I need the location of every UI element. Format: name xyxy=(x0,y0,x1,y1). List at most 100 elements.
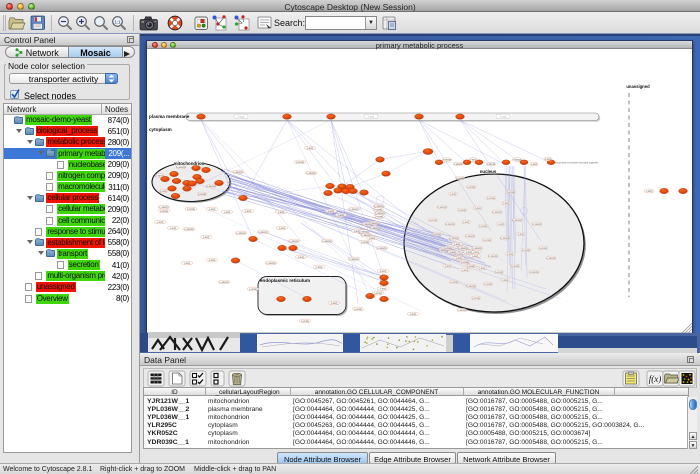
svg-text:(~xxx): (~xxx) xyxy=(380,287,387,290)
svg-text:(~xxx): (~xxx) xyxy=(479,267,486,270)
svg-text:(~xxxx): (~xxxx) xyxy=(249,288,257,291)
svg-text:(~xxx): (~xxx) xyxy=(224,211,231,214)
svg-text:(~xxxx): (~xxxx) xyxy=(484,283,492,286)
svg-text:(~xxxxx): (~xxxxx) xyxy=(454,163,463,166)
svg-text:unassigned: unassigned xyxy=(626,84,650,89)
svg-text:(~xxxx): (~xxxx) xyxy=(479,225,487,228)
svg-text:(~xxxx): (~xxxx) xyxy=(374,292,382,295)
svg-text:(~xxx): (~xxx) xyxy=(457,253,464,256)
svg-text:(~xxxx): (~xxxx) xyxy=(467,186,475,189)
svg-text:(~xxxxx): (~xxxxx) xyxy=(467,285,476,288)
svg-text:(~xxxx): (~xxxx) xyxy=(487,197,495,200)
svg-text:(~xxxx): (~xxxx) xyxy=(198,193,206,196)
svg-text:(~xxx): (~xxx) xyxy=(456,257,463,260)
svg-text:(~xxx): (~xxx) xyxy=(298,256,305,259)
svg-text:(~xxx): (~xxx) xyxy=(410,313,417,316)
svg-text:(~xxxx): (~xxxx) xyxy=(483,239,491,242)
svg-text:(~xxxx): (~xxxx) xyxy=(456,177,464,180)
svg-text:(~xxxxx): (~xxxxx) xyxy=(234,171,243,174)
svg-text:(~xxxxx): (~xxxxx) xyxy=(547,257,556,260)
svg-text:(~xxx): (~xxx) xyxy=(466,251,473,254)
svg-text:(~xxxxx): (~xxxxx) xyxy=(446,223,455,226)
svg-text:(~xxxxx): (~xxxxx) xyxy=(533,223,542,226)
svg-text:(~xxxx): (~xxxx) xyxy=(458,209,466,212)
svg-text:(~xxxx): (~xxxx) xyxy=(301,320,309,323)
svg-text:(~xxx): (~xxx) xyxy=(445,265,452,268)
svg-text:(~xxxxx): (~xxxxx) xyxy=(160,206,169,209)
svg-text:(~xxxxx): (~xxxxx) xyxy=(458,309,467,312)
svg-text:(~xxxxx): (~xxxxx) xyxy=(438,206,447,209)
svg-text:(~xxxxx): (~xxxxx) xyxy=(443,158,452,161)
svg-text:(~xxxxx): (~xxxxx) xyxy=(350,208,359,211)
svg-text:(~xxxx): (~xxxx) xyxy=(160,210,168,213)
svg-text:(~xxx): (~xxx) xyxy=(475,207,482,210)
svg-text:(~xxx): (~xxx) xyxy=(160,190,167,193)
svg-text:(~xxx): (~xxx) xyxy=(203,236,210,239)
svg-text:(~xxxx): (~xxxx) xyxy=(433,233,441,236)
svg-text:(~xxxxx): (~xxxxx) xyxy=(259,231,268,234)
svg-text:(~xxx): (~xxx) xyxy=(369,237,376,240)
svg-text:(~xxx): (~xxx) xyxy=(498,223,505,226)
svg-text:(~xxxxx): (~xxxxx) xyxy=(177,166,186,169)
svg-text:(~xxxx): (~xxxx) xyxy=(522,249,530,252)
svg-text:(~xxxxx): (~xxxxx) xyxy=(487,163,496,166)
svg-text:(~xxx): (~xxx) xyxy=(503,202,510,205)
svg-text:(~xxxxx): (~xxxxx) xyxy=(307,172,316,175)
svg-text:f(x): f(x) xyxy=(649,374,662,384)
svg-text:(~xxx): (~xxx) xyxy=(368,116,375,119)
svg-text:(~xxx): (~xxx) xyxy=(209,259,216,262)
svg-text:(~xxxxx): (~xxxxx) xyxy=(501,237,510,240)
svg-text:(~xxxx): (~xxxx) xyxy=(361,241,369,244)
svg-text:(~xxx): (~xxx) xyxy=(328,210,335,213)
svg-text:(~xxxxx): (~xxxxx) xyxy=(473,247,482,250)
svg-text:nucleus: nucleus xyxy=(480,169,497,174)
svg-text:(~xxxxx): (~xxxxx) xyxy=(489,255,498,258)
svg-text:(~xxxxx): (~xxxxx) xyxy=(267,262,276,265)
svg-text:(~xxxx): (~xxxx) xyxy=(450,281,458,284)
svg-text:(~xxx): (~xxx) xyxy=(245,210,252,213)
svg-text:(~xxxxx): (~xxxxx) xyxy=(363,223,372,226)
svg-text:(~xxxxx): (~xxxxx) xyxy=(350,258,359,261)
svg-text:(~xxxx): (~xxxx) xyxy=(296,161,304,164)
svg-text:(~xxxxx): (~xxxxx) xyxy=(493,211,502,214)
svg-text:1:1: 1:1 xyxy=(114,20,121,25)
svg-text:(~xxxxx): (~xxxxx) xyxy=(459,247,468,250)
svg-text:(~xxx): (~xxx) xyxy=(338,214,345,217)
svg-text:(~xxx): (~xxx) xyxy=(380,270,387,273)
svg-text:(~xxx): (~xxx) xyxy=(450,193,457,196)
svg-text:(~xxxx): (~xxxx) xyxy=(429,219,437,222)
svg-text:(~xxx): (~xxx) xyxy=(646,190,653,193)
svg-text:(~xxxxx): (~xxxxx) xyxy=(207,185,216,188)
svg-text:(~xxx): (~xxx) xyxy=(463,221,470,224)
svg-text:(~xxx): (~xxx) xyxy=(278,211,285,214)
svg-text:(~xxxxx): (~xxxxx) xyxy=(185,228,194,231)
svg-text:mitochondrion: mitochondrion xyxy=(174,161,205,166)
svg-text:plasma membrane: plasma membrane xyxy=(149,114,190,119)
svg-text:(~xxxxx): (~xxxxx) xyxy=(237,232,246,235)
svg-text:(~xxx): (~xxx) xyxy=(157,221,164,224)
svg-text:(~xxx): (~xxx) xyxy=(462,269,469,272)
svg-text:endoplasmic reticulum: endoplasmic reticulum xyxy=(260,278,310,283)
svg-text:(~xxx): (~xxx) xyxy=(450,251,457,254)
svg-text:(~xxxxx): (~xxxxx) xyxy=(220,281,229,284)
svg-text:(~xxxx): (~xxxx) xyxy=(511,265,519,268)
svg-text:(~xxxxx): (~xxxxx) xyxy=(378,247,387,250)
svg-text:(~xxx): (~xxx) xyxy=(518,233,525,236)
svg-text:(~xxx): (~xxx) xyxy=(531,163,538,166)
svg-text:(~xxxx): (~xxxx) xyxy=(472,297,480,300)
svg-text:(~xxx): (~xxx) xyxy=(545,158,552,161)
svg-text:(~xxxx): (~xxxx) xyxy=(444,247,452,250)
svg-text:(~xxxxx): (~xxxxx) xyxy=(450,237,459,240)
svg-text:(~xxx): (~xxx) xyxy=(184,262,191,265)
svg-text:(~xxx): (~xxx) xyxy=(507,253,514,256)
svg-text:(~xxxx): (~xxxx) xyxy=(495,271,503,274)
svg-text:(~xxx): (~xxx) xyxy=(170,227,177,230)
svg-text:(~xxxxx): (~xxxxx) xyxy=(323,240,332,243)
svg-text:(~xxxx): (~xxxx) xyxy=(461,261,469,264)
svg-text:(~xxx): (~xxx) xyxy=(500,116,507,119)
svg-text:(~xxx): (~xxx) xyxy=(331,302,338,305)
svg-text:(~xxx): (~xxx) xyxy=(238,116,245,119)
svg-text:(~xxx): (~xxx) xyxy=(472,255,479,258)
svg-text:(~xxxxx): (~xxxxx) xyxy=(466,235,475,238)
svg-text:(~xxxx): (~xxxx) xyxy=(375,215,383,218)
